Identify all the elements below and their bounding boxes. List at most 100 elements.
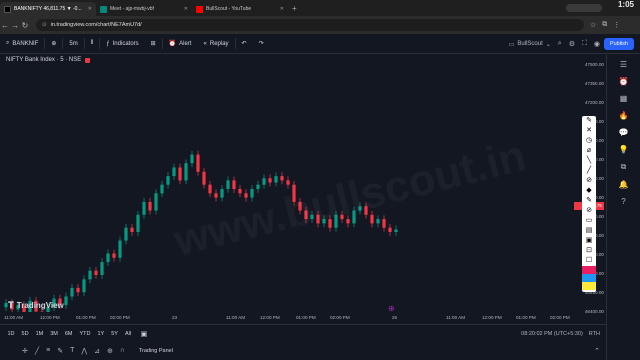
range-button[interactable]: 1D: [4, 331, 18, 337]
palette-tool-icon[interactable]: ▣: [582, 236, 596, 246]
candle-body: [382, 219, 386, 228]
tab-label: BANKNIFTY 46,811.75 ▼ -0...: [14, 6, 82, 12]
crosshair-icon[interactable]: ✛: [22, 347, 28, 355]
calendar-icon[interactable]: ▦: [620, 94, 628, 103]
site-info-icon[interactable]: ⊙: [42, 22, 47, 28]
bell-icon[interactable]: 🔔: [619, 180, 629, 189]
candle-body: [184, 163, 188, 181]
palette-tool-icon[interactable]: ╲: [582, 156, 596, 166]
color-swatch[interactable]: [582, 266, 596, 274]
interval-button[interactable]: 5m: [63, 34, 83, 54]
hotlist-icon[interactable]: 🔥: [619, 111, 629, 120]
fib-icon[interactable]: ≡: [46, 347, 50, 355]
close-icon[interactable]: ✕: [184, 6, 188, 12]
palette-tool-icon[interactable]: ✎: [582, 196, 596, 206]
range-button[interactable]: 1Y: [94, 331, 108, 337]
window-controls[interactable]: [566, 4, 602, 12]
range-button[interactable]: 5Y: [108, 331, 122, 337]
magnet-icon[interactable]: ∩: [120, 347, 125, 355]
publish-button[interactable]: Publish: [603, 38, 634, 50]
palette-tool-icon[interactable]: ╱: [582, 166, 596, 176]
candle-body: [112, 253, 116, 258]
compare-button[interactable]: ⊕: [45, 34, 62, 54]
replay-button[interactable]: « Replay: [198, 34, 235, 54]
candle-body: [286, 180, 290, 185]
candle-body: [214, 193, 218, 198]
time-axis[interactable]: 11:00 AM 12:00 PM 01:00 PM 02:00 PM 23 11:00 …: [0, 312, 574, 324]
reload-icon[interactable]: ↻: [20, 21, 30, 30]
color-swatch[interactable]: [582, 274, 596, 282]
palette-tool-icon[interactable]: ☐: [582, 256, 596, 266]
palette-tool-icon[interactable]: ⊡: [582, 246, 596, 256]
camera-icon[interactable]: ◉: [594, 40, 600, 48]
chart-legend: NIFTY Bank Index · 5 · NSE: [6, 57, 91, 63]
chart-type-button[interactable]: ⫴: [85, 34, 100, 54]
browser-tab-bar: BANKNIFTY 46,811.75 ▼ -0... ✕ Meet - ajp…: [0, 0, 640, 16]
range-button[interactable]: 5D: [18, 331, 32, 337]
candle-body: [232, 180, 236, 189]
back-icon[interactable]: ←: [0, 21, 10, 30]
palette-tool-icon[interactable]: ▭: [582, 216, 596, 226]
watchlist-icon[interactable]: ☰: [620, 60, 627, 69]
palette-tool-icon[interactable]: ◷: [582, 136, 596, 146]
trendline-icon[interactable]: ╱: [35, 347, 39, 355]
indicators-button[interactable]: ƒ Indicators: [100, 34, 144, 54]
clock: 1:05: [617, 0, 634, 9]
palette-tool-icon[interactable]: ◆: [582, 186, 596, 196]
pattern-icon[interactable]: ⋀: [81, 347, 87, 355]
extensions-icon[interactable]: ⧉: [602, 21, 607, 29]
chart-pane[interactable]: NIFTY Bank Index · 5 · NSE www.bullscout…: [0, 54, 574, 324]
calendar-range-icon[interactable]: ▣: [141, 330, 148, 338]
ruler-icon[interactable]: ⊿: [94, 347, 100, 355]
redo-button[interactable]: ↷: [253, 34, 270, 54]
tab-meet[interactable]: Meet - ajp-mwbj-vbf ✕: [96, 2, 192, 16]
range-button[interactable]: 6M: [61, 331, 76, 337]
templates-button[interactable]: ⊞: [145, 34, 162, 54]
chat-icon[interactable]: 💬: [619, 128, 629, 137]
color-swatch[interactable]: [582, 282, 596, 290]
trading-panel-tab[interactable]: Trading Panel: [139, 348, 173, 354]
menu-icon[interactable]: ⋮: [613, 21, 620, 29]
new-tab-icon[interactable]: +: [292, 4, 297, 13]
alerts-icon[interactable]: ⏰: [619, 77, 629, 86]
maximize-icon[interactable]: ⌃: [594, 347, 600, 355]
settings-icon[interactable]: ⚙: [569, 40, 575, 48]
url-field[interactable]: ⊙ in.tradingview.com/chart/NE7AmU7d/: [36, 19, 584, 31]
brush-icon[interactable]: ✎: [57, 347, 63, 355]
drawing-palette[interactable]: ✎ ✕ ◷ ⌀ ╲ ╱ ⊘ ◆ ✎ ⊘ ▭ ▤ ▣ ⊡ ☐: [582, 116, 596, 292]
help-icon[interactable]: ?: [621, 197, 625, 206]
close-icon[interactable]: ✕: [88, 6, 92, 12]
palette-tool-icon[interactable]: ✎: [582, 116, 596, 126]
range-button[interactable]: YTD: [76, 331, 94, 337]
quick-search-icon[interactable]: ⌕: [558, 40, 562, 48]
tab-label: Meet - ajp-mwbj-vbf: [110, 6, 154, 12]
close-icon[interactable]: ✕: [280, 6, 284, 12]
range-button[interactable]: All: [121, 331, 134, 337]
text-icon[interactable]: T: [70, 347, 74, 355]
palette-tool-icon[interactable]: ⌀: [582, 146, 596, 156]
candle-body: [394, 229, 398, 232]
tab-banknifty[interactable]: BANKNIFTY 46,811.75 ▼ -0... ✕: [0, 2, 96, 16]
layout-selector[interactable]: ▭ BullScout ⌄: [509, 41, 551, 48]
palette-tool-icon[interactable]: ✕: [582, 126, 596, 136]
zoom-icon[interactable]: ⊕: [107, 347, 113, 355]
palette-tool-icon[interactable]: ▤: [582, 226, 596, 236]
undo-button[interactable]: ↶: [236, 34, 253, 54]
rth-toggle[interactable]: RTH: [589, 331, 600, 337]
layers-icon[interactable]: ⧉: [621, 162, 627, 172]
alert-button[interactable]: ⏰ Alert: [163, 34, 198, 54]
range-button[interactable]: 3M: [47, 331, 62, 337]
ideas-icon[interactable]: 💡: [619, 145, 629, 154]
star-icon[interactable]: ☆: [590, 21, 596, 29]
range-button[interactable]: 1M: [32, 331, 47, 337]
palette-tool-icon[interactable]: ⊘: [582, 206, 596, 216]
symbol-search[interactable]: ⌕ BANKNIF: [0, 34, 44, 54]
fullscreen-icon[interactable]: ⛶: [582, 40, 587, 48]
tab-youtube[interactable]: BullScout - YouTube ✕: [192, 2, 288, 16]
palette-tool-icon[interactable]: ⊘: [582, 176, 596, 186]
candle-body: [196, 154, 200, 172]
candle-body: [244, 193, 248, 198]
time-label: 11:00 AM: [4, 315, 24, 320]
forward-icon[interactable]: →: [10, 21, 20, 30]
time-label: 26: [392, 315, 398, 320]
